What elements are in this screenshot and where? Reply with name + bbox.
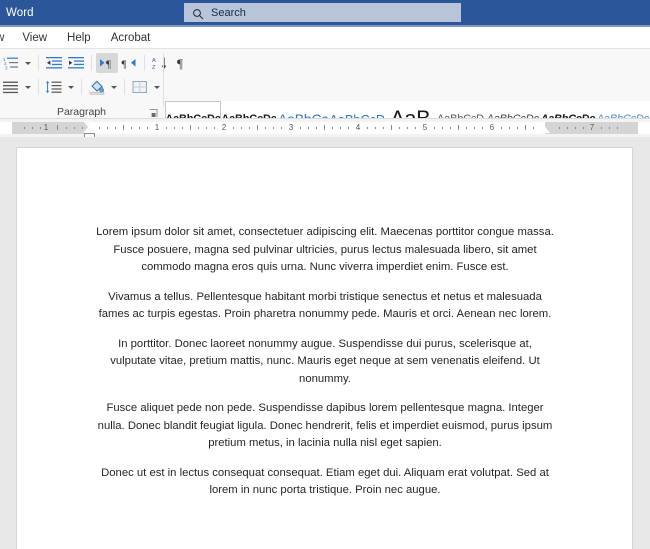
svg-text:Z: Z bbox=[152, 65, 156, 70]
search-icon bbox=[192, 7, 204, 19]
multilevel-list-chevron-down-icon[interactable] bbox=[22, 53, 34, 73]
document-page[interactable]: Lorem ipsum dolor sit amet, consectetuer… bbox=[17, 148, 632, 549]
svg-text:¶: ¶ bbox=[122, 59, 127, 71]
paragraph-row-2 bbox=[0, 77, 163, 97]
divider bbox=[81, 79, 82, 95]
shading-chevron-down-icon[interactable] bbox=[108, 77, 120, 97]
borders-button[interactable] bbox=[129, 77, 151, 97]
align-button[interactable] bbox=[0, 77, 22, 97]
tab-review[interactable]: w bbox=[0, 27, 12, 49]
line-spacing-button[interactable] bbox=[43, 77, 65, 97]
multilevel-list-button[interactable]: 1 2 3 bbox=[0, 53, 22, 73]
svg-text:¶: ¶ bbox=[106, 59, 111, 71]
tab-view[interactable]: View bbox=[12, 27, 57, 49]
document-canvas: Lorem ipsum dolor sit amet, consectetuer… bbox=[0, 137, 650, 549]
svg-text:3: 3 bbox=[5, 65, 8, 70]
divider bbox=[38, 79, 39, 95]
document-text-body[interactable]: Lorem ipsum dolor sit amet, consectetuer… bbox=[95, 224, 555, 512]
paragraph-dialog-launcher[interactable] bbox=[148, 106, 159, 117]
align-chevron-down-icon[interactable] bbox=[22, 77, 34, 97]
ruler-number: 2 bbox=[221, 123, 227, 132]
divider bbox=[124, 79, 125, 95]
ruler-number: 1 bbox=[43, 123, 49, 132]
right-indent-marker[interactable] bbox=[540, 127, 550, 133]
ruler-number: 7 bbox=[589, 123, 595, 132]
divider bbox=[91, 55, 92, 71]
paragraph[interactable]: Vivamus a tellus. Pellentesque habitant … bbox=[95, 289, 555, 324]
line-spacing-chevron-down-icon[interactable] bbox=[65, 77, 77, 97]
decrease-indent-button[interactable] bbox=[43, 53, 65, 73]
ribbon-tab-strip: w View Help Acrobat bbox=[0, 27, 650, 49]
borders-chevron-down-icon[interactable] bbox=[151, 77, 163, 97]
svg-text:A: A bbox=[152, 58, 156, 64]
paragraph[interactable]: In porttitor. Donec laoreet nonummy augu… bbox=[95, 336, 555, 389]
ribbon-group-label-paragraph: Paragraph bbox=[56, 106, 107, 118]
shading-button[interactable] bbox=[86, 77, 108, 97]
divider bbox=[144, 55, 145, 71]
search-input-placeholder[interactable]: Search bbox=[211, 7, 246, 19]
tab-help[interactable]: Help bbox=[57, 27, 101, 49]
ruler-number: 3 bbox=[288, 123, 294, 132]
divider bbox=[38, 55, 39, 71]
ruler-number: 4 bbox=[355, 123, 361, 132]
increase-indent-button[interactable] bbox=[65, 53, 87, 73]
ruler-number: 1 bbox=[154, 123, 160, 132]
paragraph[interactable]: Fusce aliquet pede non pede. Suspendisse… bbox=[95, 400, 555, 453]
paragraph[interactable]: Donec ut est in lectus consequat consequ… bbox=[95, 465, 555, 500]
app-title: Word bbox=[6, 6, 34, 19]
ltr-text-direction-button[interactable]: ¶ bbox=[96, 53, 118, 73]
word-application-window: Word Search w View Help Acrobat 1 2 3 ¶ … bbox=[0, 0, 650, 549]
rtl-text-direction-button[interactable]: ¶ bbox=[118, 53, 140, 73]
paragraph[interactable]: Lorem ipsum dolor sit amet, consectetuer… bbox=[95, 224, 555, 277]
ruler-number: 6 bbox=[489, 123, 495, 132]
ribbon-group-paragraph: 1 2 3 ¶ ¶ A Z ¶ Paragraph bbox=[0, 49, 183, 119]
horizontal-ruler[interactable]: 1 1 2 3 4 5 6 7 bbox=[0, 119, 650, 137]
search-box[interactable]: Search bbox=[184, 3, 461, 22]
ribbon: 1 2 3 ¶ ¶ A Z ¶ Paragraph bbox=[0, 49, 650, 149]
tab-acrobat[interactable]: Acrobat bbox=[101, 27, 161, 49]
ruler-number: 5 bbox=[422, 123, 428, 132]
